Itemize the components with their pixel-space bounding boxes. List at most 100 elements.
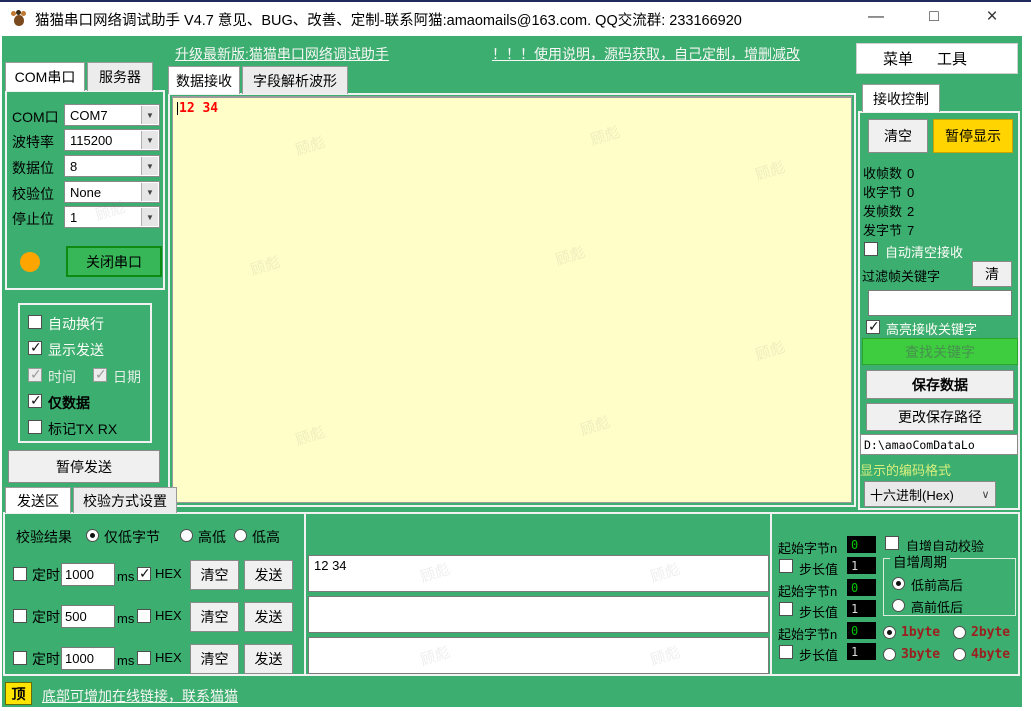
timer2-interval-input[interactable]	[61, 605, 115, 628]
tab-server[interactable]: 服务器	[87, 62, 153, 91]
timer3-interval-input[interactable]	[61, 647, 115, 670]
hex3-checkbox[interactable]	[137, 651, 151, 665]
timer3-enable-checkbox[interactable]	[13, 651, 27, 665]
timer1-enable-checkbox[interactable]	[13, 567, 27, 581]
parity-label: 校验位	[12, 186, 54, 202]
dropdown-arrow-icon[interactable]: ▼	[141, 183, 158, 201]
dropdown-arrow-icon[interactable]: ▼	[141, 157, 158, 175]
step1-label: 步长值	[799, 562, 839, 577]
change-save-path-button[interactable]: 更改保存路径	[866, 403, 1014, 431]
cycle-high-first-label: 高前低后	[911, 600, 964, 615]
time-checkbox[interactable]	[28, 366, 42, 383]
chevron-down-icon[interactable]: ∨	[977, 483, 994, 505]
close-port-button[interactable]: 关闭串口	[66, 246, 162, 277]
close-icon[interactable]: ×	[969, 0, 1015, 34]
send3-button[interactable]: 发送	[244, 644, 293, 674]
com-port-value: COM7	[70, 107, 108, 123]
step1-value[interactable]: 1	[847, 557, 876, 574]
auto-increment-checksum-checkbox[interactable]	[885, 536, 899, 550]
send1-textarea[interactable]: 12 34	[308, 555, 769, 592]
text-cursor	[177, 102, 178, 115]
dropdown-arrow-icon[interactable]: ▼	[141, 106, 158, 124]
parity-select[interactable]: None ▼	[64, 181, 160, 203]
start-byte2-label: 起始字节n	[778, 584, 838, 599]
mark-txrx-checkbox[interactable]	[28, 420, 42, 434]
send1-button[interactable]: 发送	[244, 560, 293, 590]
receive-data-area[interactable]: 12 34	[172, 96, 852, 503]
auto-clear-receive-checkbox[interactable]	[864, 242, 878, 256]
dropdown-arrow-icon[interactable]: ▼	[141, 131, 158, 149]
cycle-low-first-radio[interactable]	[892, 577, 905, 590]
start-byte3-value[interactable]: 0	[847, 622, 876, 639]
timer3-label: 定时	[32, 651, 60, 667]
find-keyword-button[interactable]: 查找关键字	[862, 338, 1018, 365]
byte-4-radio[interactable]	[953, 648, 966, 661]
minimize-icon[interactable]: —	[853, 0, 899, 34]
byte-1-label: 1byte	[901, 625, 941, 640]
encoding-format-select[interactable]: 十六进制(Hex) ∨	[864, 481, 996, 507]
data-bits-value: 8	[70, 158, 78, 174]
tab-receive-control[interactable]: 接收控制	[862, 84, 940, 112]
checksum-lowhigh-radio[interactable]	[234, 529, 247, 542]
window-title: 猫猫串口网络调试助手 V4.7 意见、BUG、改善、定制-联系阿猫:amaoma…	[35, 12, 742, 29]
mark-txrx-label: 标记TX RX	[48, 421, 118, 437]
byte-3-radio[interactable]	[883, 648, 896, 661]
byte-1-radio[interactable]	[883, 626, 896, 639]
hex1-checkbox[interactable]	[137, 565, 151, 582]
save-data-button[interactable]: 保存数据	[866, 370, 1014, 399]
step3-checkbox[interactable]	[779, 645, 793, 659]
stop-bits-select[interactable]: 1 ▼	[64, 206, 160, 228]
maximize-icon[interactable]: □	[911, 0, 957, 34]
start-byte2-value[interactable]: 0	[847, 579, 876, 596]
parity-value: None	[70, 184, 102, 200]
footer-contact-link[interactable]: 底部可增加在线链接，联系猫猫	[42, 686, 238, 706]
upgrade-link[interactable]: 升级最新版:猫猫串口网络调试助手	[175, 44, 389, 64]
send3-textarea[interactable]	[308, 637, 769, 674]
pause-display-button[interactable]: 暂停显示	[933, 119, 1013, 153]
clear3-button[interactable]: 清空	[190, 644, 239, 674]
step2-checkbox[interactable]	[779, 602, 793, 616]
tab-com-serial[interactable]: COM串口	[5, 62, 85, 91]
hex2-checkbox[interactable]	[137, 609, 151, 623]
com-port-select[interactable]: COM7 ▼	[64, 104, 160, 126]
clear-receive-button[interactable]: 清空	[868, 119, 928, 153]
clear2-button[interactable]: 清空	[190, 602, 239, 632]
usage-help-link[interactable]: ！！！使用说明，源码获取，自己定制，增删减改	[492, 44, 800, 64]
start-byte1-value[interactable]: 0	[847, 536, 876, 553]
pause-send-button[interactable]: 暂停发送	[8, 450, 160, 483]
baud-rate-select[interactable]: 115200 ▼	[64, 129, 160, 151]
auto-wrap-checkbox[interactable]	[28, 315, 42, 329]
cycle-high-first-radio[interactable]	[892, 599, 905, 612]
filter-keyword-input[interactable]	[868, 290, 1012, 316]
highlight-keyword-label: 高亮接收关键字	[886, 322, 978, 337]
dropdown-arrow-icon[interactable]: ▼	[141, 208, 158, 226]
baud-rate-label: 波特率	[12, 134, 54, 150]
clear1-button[interactable]: 清空	[190, 560, 239, 590]
tab-data-receive[interactable]: 数据接收	[168, 66, 240, 94]
menubar: 菜单 工具	[856, 43, 1018, 74]
checksum-lowbyte-radio[interactable]	[86, 529, 99, 542]
date-checkbox[interactable]	[93, 366, 107, 383]
timer2-enable-checkbox[interactable]	[13, 609, 27, 623]
tab-send-area[interactable]: 发送区	[5, 487, 71, 513]
send2-textarea[interactable]	[308, 596, 769, 633]
step3-value[interactable]: 1	[847, 643, 876, 660]
data-bits-select[interactable]: 8 ▼	[64, 155, 160, 177]
step2-value[interactable]: 1	[847, 600, 876, 617]
scroll-to-top-button[interactable]: 顶	[5, 682, 32, 705]
start-byte3-label: 起始字节n	[778, 627, 838, 642]
send2-button[interactable]: 发送	[244, 602, 293, 632]
step1-checkbox[interactable]	[779, 559, 793, 573]
highlight-keyword-checkbox[interactable]	[866, 318, 880, 335]
tab-field-parse-wave[interactable]: 字段解析波形	[242, 66, 348, 94]
byte-2-radio[interactable]	[953, 626, 966, 639]
menu-item-tools[interactable]: 工具	[937, 48, 967, 69]
checksum-highlow-radio[interactable]	[180, 529, 193, 542]
filter-clear-button[interactable]: 清	[972, 261, 1012, 287]
tab-checksum-settings[interactable]: 校验方式设置	[73, 487, 177, 513]
data-only-checkbox[interactable]	[28, 392, 42, 409]
show-sent-checkbox[interactable]	[28, 339, 42, 356]
timer1-interval-input[interactable]	[61, 563, 115, 586]
menu-item-menu[interactable]: 菜单	[883, 48, 913, 69]
step3-label: 步长值	[799, 648, 839, 663]
